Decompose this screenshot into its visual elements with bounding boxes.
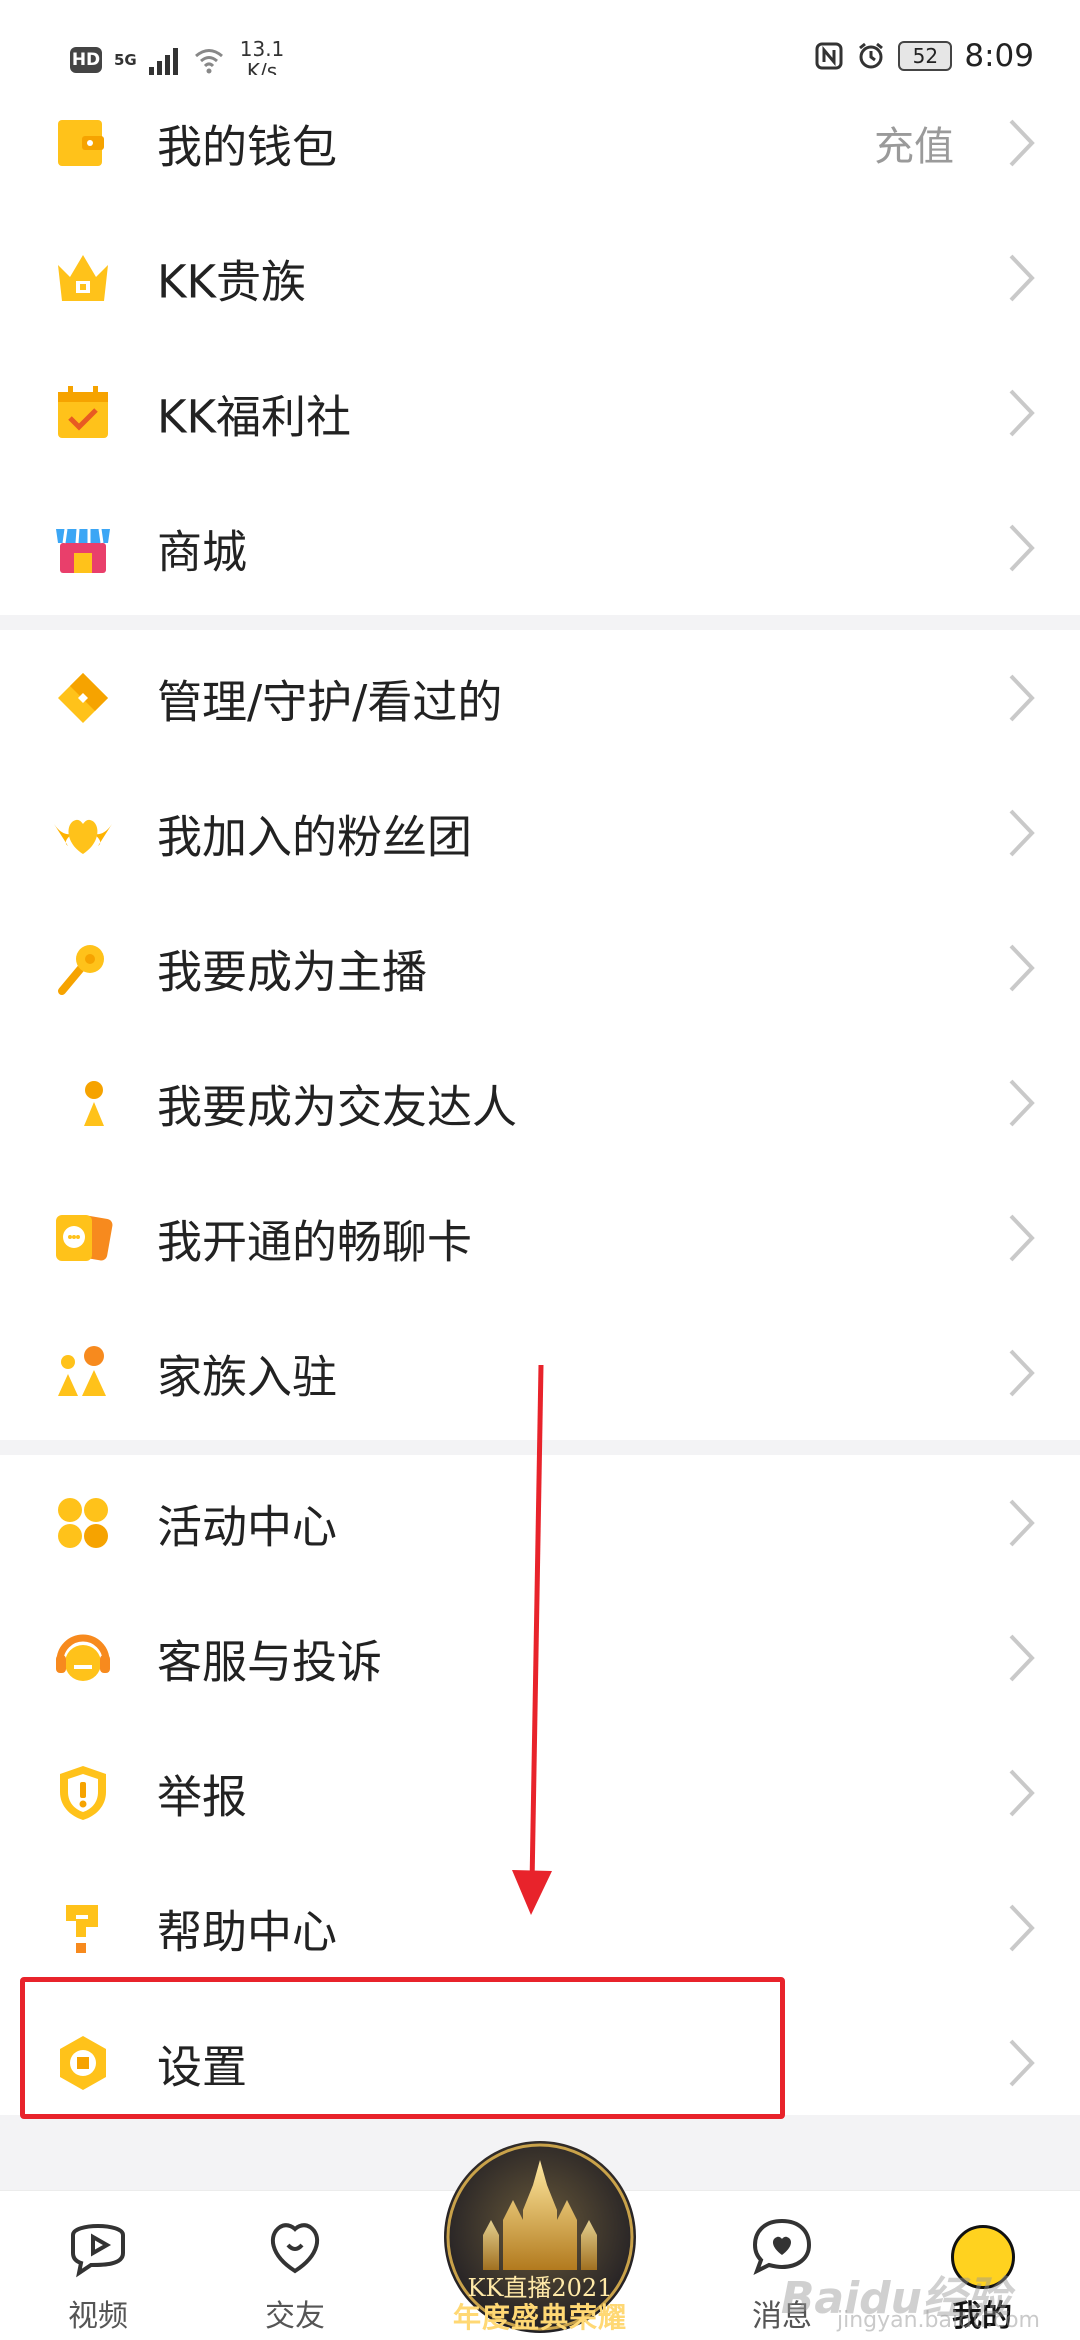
- clock: 8:09: [964, 38, 1034, 74]
- shield-alert-icon: [60, 1765, 106, 1820]
- battery-indicator: 52: [898, 41, 953, 71]
- recharge-link[interactable]: 充值: [874, 114, 954, 172]
- menu-item-wallet[interactable]: 我的钱包 充值: [0, 75, 1080, 210]
- chevron-right-icon: [1009, 389, 1035, 436]
- status-right: 52 8:09: [814, 38, 1034, 74]
- section-divider: [0, 1440, 1080, 1455]
- menu-item-fan-club[interactable]: 我加入的粉丝团: [0, 765, 1080, 900]
- chevron-right-icon: [1009, 944, 1035, 991]
- chevron-right-icon: [1009, 1214, 1035, 1261]
- tab-friends[interactable]: 交友: [225, 2191, 365, 2340]
- menu-item-label: 管理/守护/看过的: [157, 675, 503, 728]
- menu-item-help-center[interactable]: 帮助中心: [0, 1860, 1080, 1995]
- chevron-right-icon: [1009, 809, 1035, 856]
- nfc-icon: [815, 42, 843, 70]
- wallet-icon: [58, 119, 104, 166]
- crown-icon: [58, 254, 108, 301]
- menu-item-label: 我的钱包: [157, 120, 338, 173]
- chevron-right-icon: [1009, 2039, 1035, 2086]
- chevron-right-icon: [1009, 674, 1035, 721]
- section-divider: [0, 615, 1080, 630]
- menu-item-customer-service[interactable]: 客服与投诉: [0, 1590, 1080, 1725]
- chevron-right-icon: [1009, 254, 1035, 301]
- winged-heart-icon: [54, 819, 112, 854]
- menu-item-label: KK福利社: [157, 390, 352, 443]
- tab-video[interactable]: 视频: [28, 2191, 168, 2340]
- chevron-right-icon: [1009, 1499, 1035, 1546]
- menu-item-chat-card[interactable]: 我开通的畅聊卡: [0, 1170, 1080, 1305]
- menu-item-label: 客服与投诉: [157, 1635, 383, 1688]
- menu-item-label: 我要成为主播: [157, 945, 428, 998]
- menu-item-label: 帮助中心: [157, 1905, 338, 1958]
- network-type: 5G: [114, 51, 137, 69]
- settings-highlight-box: [20, 1977, 785, 2119]
- menu-item-label: 我加入的粉丝团: [157, 810, 473, 863]
- chevron-right-icon: [1009, 1349, 1035, 1396]
- menu-item-label: 我开通的畅聊卡: [157, 1215, 473, 1268]
- menu-item-manage-guard-viewed[interactable]: 管理/守护/看过的: [0, 630, 1080, 765]
- alarm-icon: [859, 42, 884, 69]
- menu-item-become-social-expert[interactable]: 我要成为交友达人: [0, 1035, 1080, 1170]
- calendar-check-icon: [58, 385, 108, 438]
- microphone-icon: [58, 944, 104, 995]
- chevron-right-icon: [1009, 1634, 1035, 1681]
- baidu-watermark-url: jingyan.baidu.com: [836, 2308, 1040, 2333]
- menu-item-label: KK贵族: [157, 255, 307, 308]
- menu-list: 我的钱包 充值 KK贵族 KK福利社 商城 管理/守护/看过的 我加入的粉丝团 …: [0, 75, 1080, 2130]
- shop-icon: [56, 528, 110, 573]
- menu-item-label: 商城: [157, 525, 248, 578]
- chevron-right-icon: [1009, 1769, 1035, 1816]
- menu-item-label: 我要成为交友达人: [157, 1080, 518, 1133]
- headset-icon: [56, 1634, 110, 1681]
- badge-subtitle: 年度盛典荣耀榜: [452, 2301, 627, 2334]
- question-icon: [66, 1904, 98, 1953]
- chevron-right-icon: [1009, 524, 1035, 571]
- moon-person-icon: [61, 1080, 104, 1126]
- menu-item-become-anchor[interactable]: 我要成为主播: [0, 900, 1080, 1035]
- menu-item-activity-center[interactable]: 活动中心: [0, 1455, 1080, 1590]
- menu-item-kk-noble[interactable]: KK贵族: [0, 210, 1080, 345]
- speed-value: 13.1: [239, 37, 285, 61]
- wifi-icon: [194, 49, 223, 74]
- signal-icon: [148, 45, 178, 75]
- chevron-right-icon: [1009, 1904, 1035, 1951]
- menu-item-label: 家族入驻: [157, 1350, 338, 1403]
- menu-item-label: 活动中心: [157, 1500, 338, 1553]
- hd-badge: HD: [70, 47, 102, 73]
- menu-item-kk-welfare[interactable]: KK福利社: [0, 345, 1080, 480]
- chevron-right-icon: [1009, 1079, 1035, 1126]
- chat-card-icon: [56, 1214, 113, 1261]
- chevron-right-icon: [1009, 119, 1035, 166]
- family-icon: [58, 1345, 106, 1396]
- menu-item-report[interactable]: 举报: [0, 1725, 1080, 1860]
- menu-item-label: 举报: [157, 1770, 248, 1823]
- menu-item-mall[interactable]: 商城: [0, 480, 1080, 615]
- diamond-icon: [58, 672, 108, 723]
- menu-item-family-join[interactable]: 家族入驻: [0, 1305, 1080, 1440]
- clover-icon: [58, 1497, 108, 1548]
